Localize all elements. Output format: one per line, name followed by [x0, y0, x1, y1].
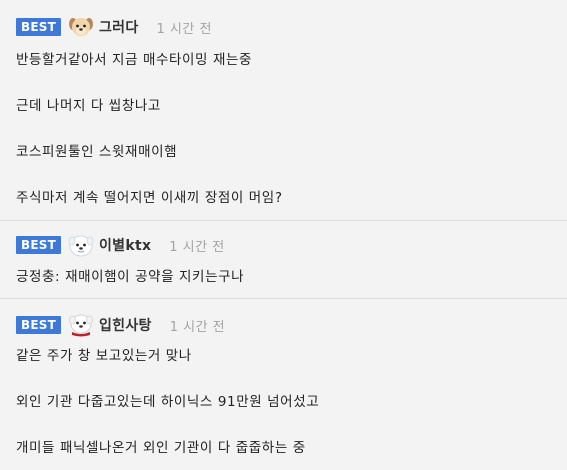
comment-header: BEST 이별ktx 1 시간 전: [16, 233, 225, 257]
white-dog-scarf-icon[interactable]: [67, 313, 95, 337]
best-badge: BEST: [16, 236, 61, 254]
comment-header: BEST 입힌사탕 1 시간 전: [16, 313, 225, 337]
comment-feed: BEST 그러다 1 시간 전 반등할거같아서 지금 매수타이밍 재는중 근데 …: [0, 0, 567, 470]
comment-item: [0, 220, 567, 299]
comment-text-line: 반등할거같아서 지금 매수타이밍 재는중: [16, 52, 253, 68]
comment-time: 1 시간 전: [169, 239, 225, 255]
comment-time: 1 시간 전: [156, 21, 212, 37]
puppy-icon[interactable]: [67, 15, 95, 39]
comment-text-line: 근데 나머지 다 씹창나고: [16, 98, 161, 114]
comment-text-line: 코스피원툴인 스윗재매이햄: [16, 144, 178, 160]
white-dog-icon[interactable]: [67, 233, 95, 257]
comment-author[interactable]: 입힌사탕: [99, 315, 152, 335]
comment-header: BEST 그러다 1 시간 전: [16, 15, 212, 39]
comment-text-line: 긍정충: 재매이햄이 공약을 지키는구나: [16, 269, 245, 285]
comment-text-line: 외인 기관 다줍고있는데 하이닉스 91만원 넘어섰고: [16, 394, 320, 410]
comment-time: 1 시간 전: [169, 319, 226, 335]
comment-text-line: 같은 주가 창 보고있는거 맞나: [16, 348, 192, 364]
best-badge: BEST: [16, 316, 61, 334]
best-badge: BEST: [16, 18, 61, 36]
comment-text-line: 주식마저 계속 떨어지면 이새끼 장점이 머임?: [16, 190, 283, 206]
comment-author[interactable]: 이별ktx: [99, 235, 151, 255]
comment-text-line: 개미들 패닉셀나온거 외인 기관이 다 줍줍하는 중: [16, 440, 306, 456]
comment-author[interactable]: 그러다: [99, 17, 139, 37]
